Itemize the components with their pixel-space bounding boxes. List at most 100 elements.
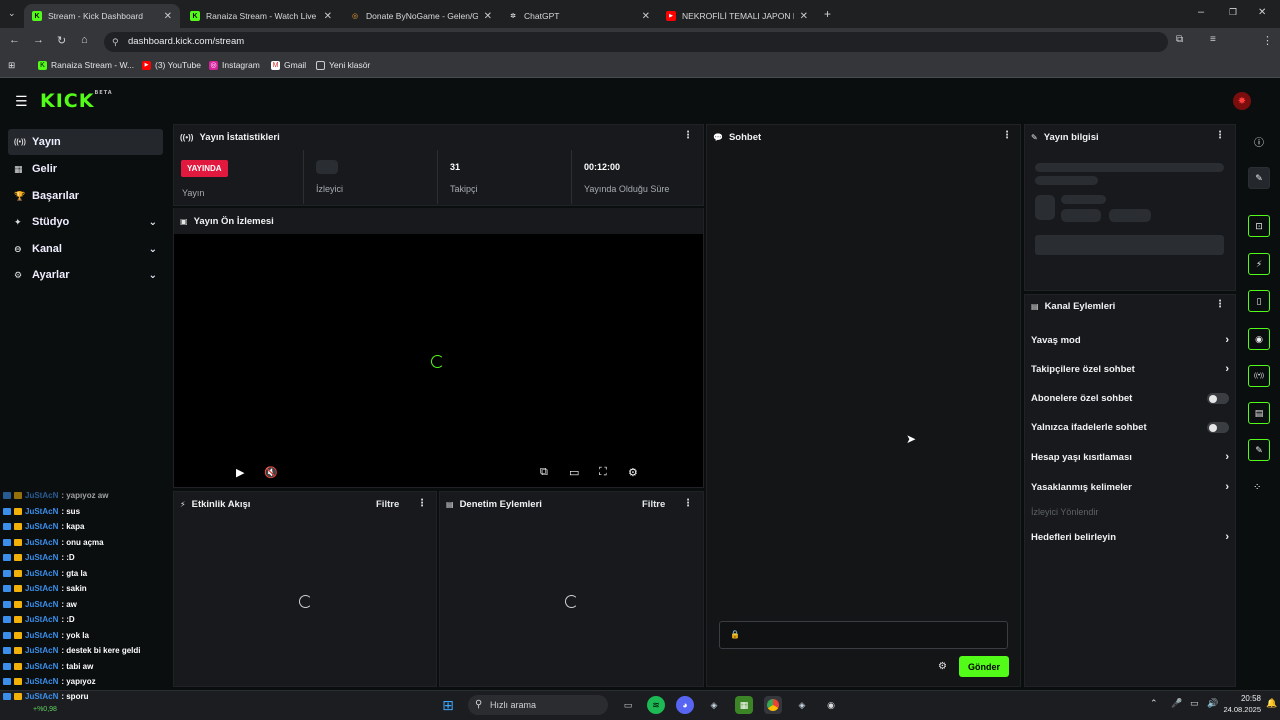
rail-info-button[interactable]: ✎	[1248, 439, 1270, 461]
steam-icon[interactable]: ◈	[793, 696, 811, 714]
bookmark-instagram[interactable]: ◎ Instagram	[209, 60, 260, 70]
close-window-icon[interactable]: ✕	[1258, 7, 1266, 18]
media-icon[interactable]: ≡	[1210, 34, 1216, 45]
hamburger-menu-icon[interactable]: ☰	[15, 93, 28, 110]
file-explorer-icon[interactable]: ▭	[619, 696, 637, 714]
sidebar-item-revenue[interactable]: ▦ Gelir	[8, 156, 163, 182]
rail-preview-button[interactable]: ⊡	[1248, 215, 1270, 237]
sidebar-item-stream[interactable]: ((•)) Yayın	[8, 129, 163, 155]
play-icon[interactable]: ▶	[236, 466, 244, 479]
weather-widget[interactable]: +%0,98	[33, 706, 57, 713]
fullscreen-icon[interactable]: ⛶	[599, 466, 607, 479]
mute-icon[interactable]: 🔇	[264, 466, 278, 479]
tab-youtube-video[interactable]: ▶ NEKROFİLİ TEMALI JAPON KOR ✕	[658, 4, 816, 28]
viewers-skeleton	[316, 160, 338, 174]
chat-menu-kebab-icon[interactable]: ⋮	[1002, 130, 1012, 141]
bookmark-youtube[interactable]: ▶ (3) YouTube	[142, 60, 201, 70]
close-tab-icon[interactable]: ✕	[164, 11, 172, 22]
windows-start-icon[interactable]: ⊞	[439, 696, 457, 714]
user-avatar[interactable]: ✸	[1233, 92, 1251, 110]
account-age-item[interactable]: Hesap yaşı kısıtlaması ›	[1031, 451, 1229, 463]
back-icon[interactable]: ←	[9, 34, 20, 46]
info-menu-kebab-icon[interactable]: ⋮	[1215, 130, 1225, 141]
tab-chatgpt[interactable]: ✲ ChatGPT ✕	[500, 4, 658, 28]
menu-kebab-icon[interactable]: ⋮	[1262, 34, 1273, 47]
info-skeleton	[1109, 209, 1151, 222]
network-icon[interactable]: ▭	[1190, 698, 1199, 709]
sidebar-item-achievements[interactable]: 🏆 Başarılar	[8, 183, 163, 209]
spotify-icon[interactable]: ≋	[647, 696, 665, 714]
moderation-menu-kebab-icon[interactable]: ⋮	[683, 498, 693, 509]
forward-icon[interactable]: →	[33, 34, 44, 46]
apps-icon[interactable]: ⊞	[8, 60, 15, 71]
taskbar-date[interactable]: 24.08.2025	[1221, 705, 1261, 714]
settings-gear-icon[interactable]: ⚙	[628, 466, 638, 479]
bookmark-ranaiza[interactable]: K Ranaiza Stream - W...	[38, 60, 134, 70]
rail-moderation-button[interactable]: ▯	[1248, 290, 1270, 312]
bookmark-folder[interactable]: Yeni klasör	[316, 60, 370, 70]
theatre-mode-icon[interactable]: ▭	[569, 466, 579, 479]
broadcast-icon: ((•))	[180, 132, 194, 142]
rail-edit-button[interactable]: ✎	[1248, 167, 1270, 189]
goals-item[interactable]: Hedefleri belirleyin ›	[1031, 531, 1229, 543]
activity-menu-kebab-icon[interactable]: ⋮	[417, 498, 427, 509]
close-tab-icon[interactable]: ✕	[324, 11, 332, 22]
rail-chat-button[interactable]: ◉	[1248, 328, 1270, 350]
layout-icon[interactable]: ⁘	[1253, 482, 1261, 493]
chrome-icon[interactable]	[764, 696, 782, 714]
rail-activity-button[interactable]: ⚡	[1248, 253, 1270, 275]
notifications-icon[interactable]: 🔔	[1266, 698, 1277, 709]
chat-settings-gear-icon[interactable]: ⚙	[938, 661, 947, 672]
rail-channel-actions-button[interactable]: ▤	[1248, 402, 1270, 424]
taskbar-time[interactable]: 20:58	[1221, 694, 1261, 703]
address-bar[interactable]: ⚲ dashboard.kick.com/stream	[104, 32, 1168, 52]
reload-icon[interactable]: ↻	[57, 34, 66, 47]
close-tab-icon[interactable]: ✕	[484, 11, 492, 22]
tab-donate-bynogame[interactable]: ◎ Donate ByNoGame - Gelen/Gid ✕	[342, 4, 500, 28]
subs-only-toggle[interactable]	[1207, 393, 1229, 404]
taskbar-search[interactable]: ⚲ Hızlı arama	[468, 695, 608, 715]
home-icon[interactable]: ⌂	[81, 34, 88, 46]
overlay-chat-line: JuStAcN: tabi aw	[3, 662, 93, 671]
volume-icon[interactable]: 🔊	[1207, 698, 1218, 709]
tab-ranaiza-stream[interactable]: K Ranaiza Stream - Watch Live on ✕	[182, 4, 340, 28]
stats-menu-kebab-icon[interactable]: ⋮	[683, 130, 693, 141]
new-tab-icon[interactable]: +	[824, 7, 831, 21]
emotes-only-toggle[interactable]	[1207, 422, 1229, 433]
site-info-icon[interactable]: ⚲	[112, 32, 119, 52]
tab-kick-dashboard[interactable]: K Stream - Kick Dashboard ✕	[24, 4, 180, 28]
chat-message-input[interactable]: 🔒	[719, 621, 1008, 649]
tray-overflow-icon[interactable]: ⌃	[1150, 698, 1158, 709]
info-skeleton	[1035, 176, 1098, 185]
bookmark-gmail[interactable]: M Gmail	[271, 60, 306, 70]
extensions-icon[interactable]: ⧉	[1176, 34, 1183, 45]
badge-icon	[14, 663, 22, 670]
overlay-chat-line: JuStAcN: :D	[3, 615, 75, 624]
sidebar-item-studio[interactable]: ✦ Stüdyo ⌄	[8, 209, 163, 235]
close-tab-icon[interactable]: ✕	[800, 11, 808, 22]
restore-icon[interactable]: ❐	[1229, 7, 1237, 18]
info-skeleton	[1061, 195, 1106, 204]
rail-stats-button[interactable]: ((•))	[1248, 365, 1270, 387]
obs-icon[interactable]: ◉	[822, 696, 840, 714]
activity-filter-button[interactable]: Filtre	[376, 499, 399, 510]
tab-search-icon[interactable]: ⌄	[8, 8, 16, 19]
followers-only-item[interactable]: Takipçilere özel sohbet ›	[1031, 363, 1229, 375]
sidebar-item-channel[interactable]: ⊖ Kanal ⌄	[8, 236, 163, 262]
pip-icon[interactable]: ⧉	[540, 466, 548, 479]
sidebar-item-settings[interactable]: ⚙ Ayarlar ⌄	[8, 262, 163, 288]
channel-actions-menu-kebab-icon[interactable]: ⋮	[1215, 299, 1225, 310]
info-icon[interactable]: ⓘ	[1254, 134, 1264, 149]
microphone-icon[interactable]: 🎤	[1171, 698, 1182, 709]
minimize-icon[interactable]: –	[1198, 6, 1204, 18]
moderation-filter-button[interactable]: Filtre	[642, 499, 665, 510]
banned-words-item[interactable]: Yasaklanmış kelimeler ›	[1031, 481, 1229, 493]
kick-logo[interactable]: KICKBETA	[40, 90, 113, 112]
minecraft-icon[interactable]: ▦	[735, 696, 753, 714]
discord-icon[interactable]: ◕	[676, 696, 694, 714]
steam-icon[interactable]: ◈	[705, 696, 723, 714]
send-button[interactable]: Gönder	[959, 656, 1009, 677]
badge-icon	[3, 570, 11, 577]
slow-mode-item[interactable]: Yavaş mod ›	[1031, 334, 1229, 346]
close-tab-icon[interactable]: ✕	[642, 11, 650, 22]
